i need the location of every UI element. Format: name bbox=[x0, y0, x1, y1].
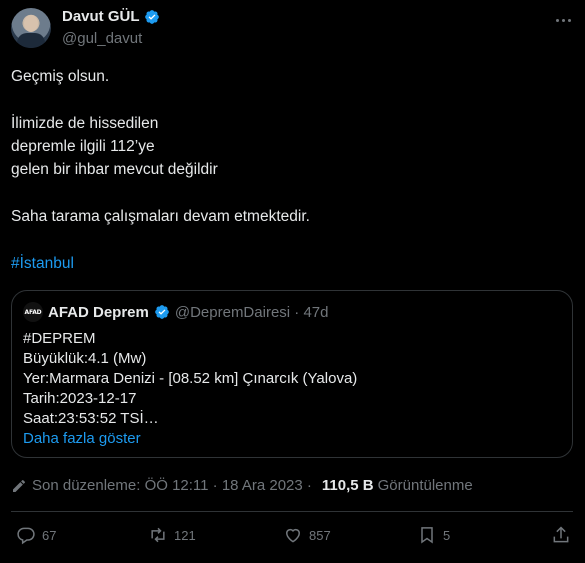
author-name[interactable]: Davut GÜL bbox=[62, 8, 140, 25]
quoted-line: Yer:Marmara Denizi - [08.52 km] Çınarcık… bbox=[23, 370, 358, 387]
repost-icon bbox=[151, 527, 165, 543]
tweet-line: İlimizde de hissedilen bbox=[11, 115, 159, 132]
quoted-tweet-text: #DEPREM Büyüklük:4.1 (Mw) Yer:Marmara De… bbox=[23, 329, 357, 449]
quoted-tweet-header: AFAD AFAD Deprem @DepremDairesi · 47d bbox=[23, 302, 328, 322]
views-count: 110,5 B bbox=[321, 477, 374, 494]
like-count: 857 bbox=[309, 527, 331, 543]
tweet-line: gelen bir ihbar mevcut değildir bbox=[11, 161, 218, 178]
tweet-line: Saha tarama çalışmaları devam etmektedir… bbox=[11, 208, 310, 225]
repost-count: 121 bbox=[174, 527, 196, 543]
tweet-line: depremle ilgili 112’ye bbox=[11, 138, 155, 155]
bookmark-button[interactable]: 5 bbox=[417, 525, 450, 545]
share-button[interactable] bbox=[551, 525, 571, 545]
bookmark-icon bbox=[421, 527, 433, 544]
tweet-line: Geçmiş olsun. bbox=[11, 68, 110, 85]
share-icon bbox=[553, 526, 569, 543]
quoted-author-name[interactable]: AFAD Deprem bbox=[48, 304, 149, 321]
hashtag-link[interactable]: #İstanbul bbox=[11, 252, 571, 275]
like-button[interactable]: 857 bbox=[283, 525, 331, 545]
quoted-tweet[interactable]: AFAD AFAD Deprem @DepremDairesi · 47d #D… bbox=[11, 290, 573, 458]
bookmark-count: 5 bbox=[443, 527, 451, 543]
like-icon bbox=[285, 528, 301, 543]
views-label: Görüntülenme bbox=[377, 477, 473, 494]
verified-badge-icon bbox=[144, 9, 159, 24]
pencil-icon bbox=[13, 479, 26, 492]
tweet-meta: Son düzenleme: ÖÖ 12:11 · 18 Ara 2023 · … bbox=[11, 477, 473, 494]
quoted-line: Tarih:2023-12-17 bbox=[23, 390, 137, 407]
reply-button[interactable]: 67 bbox=[16, 525, 56, 545]
action-bar: 67 121 857 5 bbox=[0, 525, 585, 549]
reply-icon bbox=[17, 527, 35, 545]
author-avatar[interactable] bbox=[11, 8, 51, 48]
quoted-author-handle-time: @DepremDairesi · 47d bbox=[174, 303, 329, 321]
tweet: Davut GÜL @gul_davut Geçmiş olsun. İlimi… bbox=[0, 0, 585, 563]
repost-button[interactable]: 121 bbox=[148, 525, 196, 545]
more-icon[interactable] bbox=[553, 10, 573, 30]
quoted-line: #DEPREM bbox=[23, 330, 96, 347]
avatar-suit bbox=[17, 33, 45, 48]
quoted-line: Saat:23:53:52 TSİ… bbox=[23, 410, 159, 427]
show-more-link[interactable]: Daha fazla göster bbox=[23, 429, 357, 449]
avatar-face bbox=[24, 15, 38, 32]
verified-badge-icon bbox=[155, 305, 169, 319]
tweet-text: Geçmiş olsun. İlimizde de hissedilen dep… bbox=[11, 65, 571, 275]
quoted-author-avatar[interactable]: AFAD bbox=[23, 302, 43, 322]
author-name-row: Davut GÜL bbox=[62, 8, 160, 25]
author-handle[interactable]: @gul_davut bbox=[62, 30, 142, 47]
edited-timestamp[interactable]: Son düzenleme: ÖÖ 12:11 · 18 Ara 2023 · bbox=[32, 477, 312, 494]
reply-count: 67 bbox=[42, 527, 57, 543]
divider bbox=[11, 511, 573, 512]
quoted-line: Büyüklük:4.1 (Mw) bbox=[23, 350, 147, 367]
